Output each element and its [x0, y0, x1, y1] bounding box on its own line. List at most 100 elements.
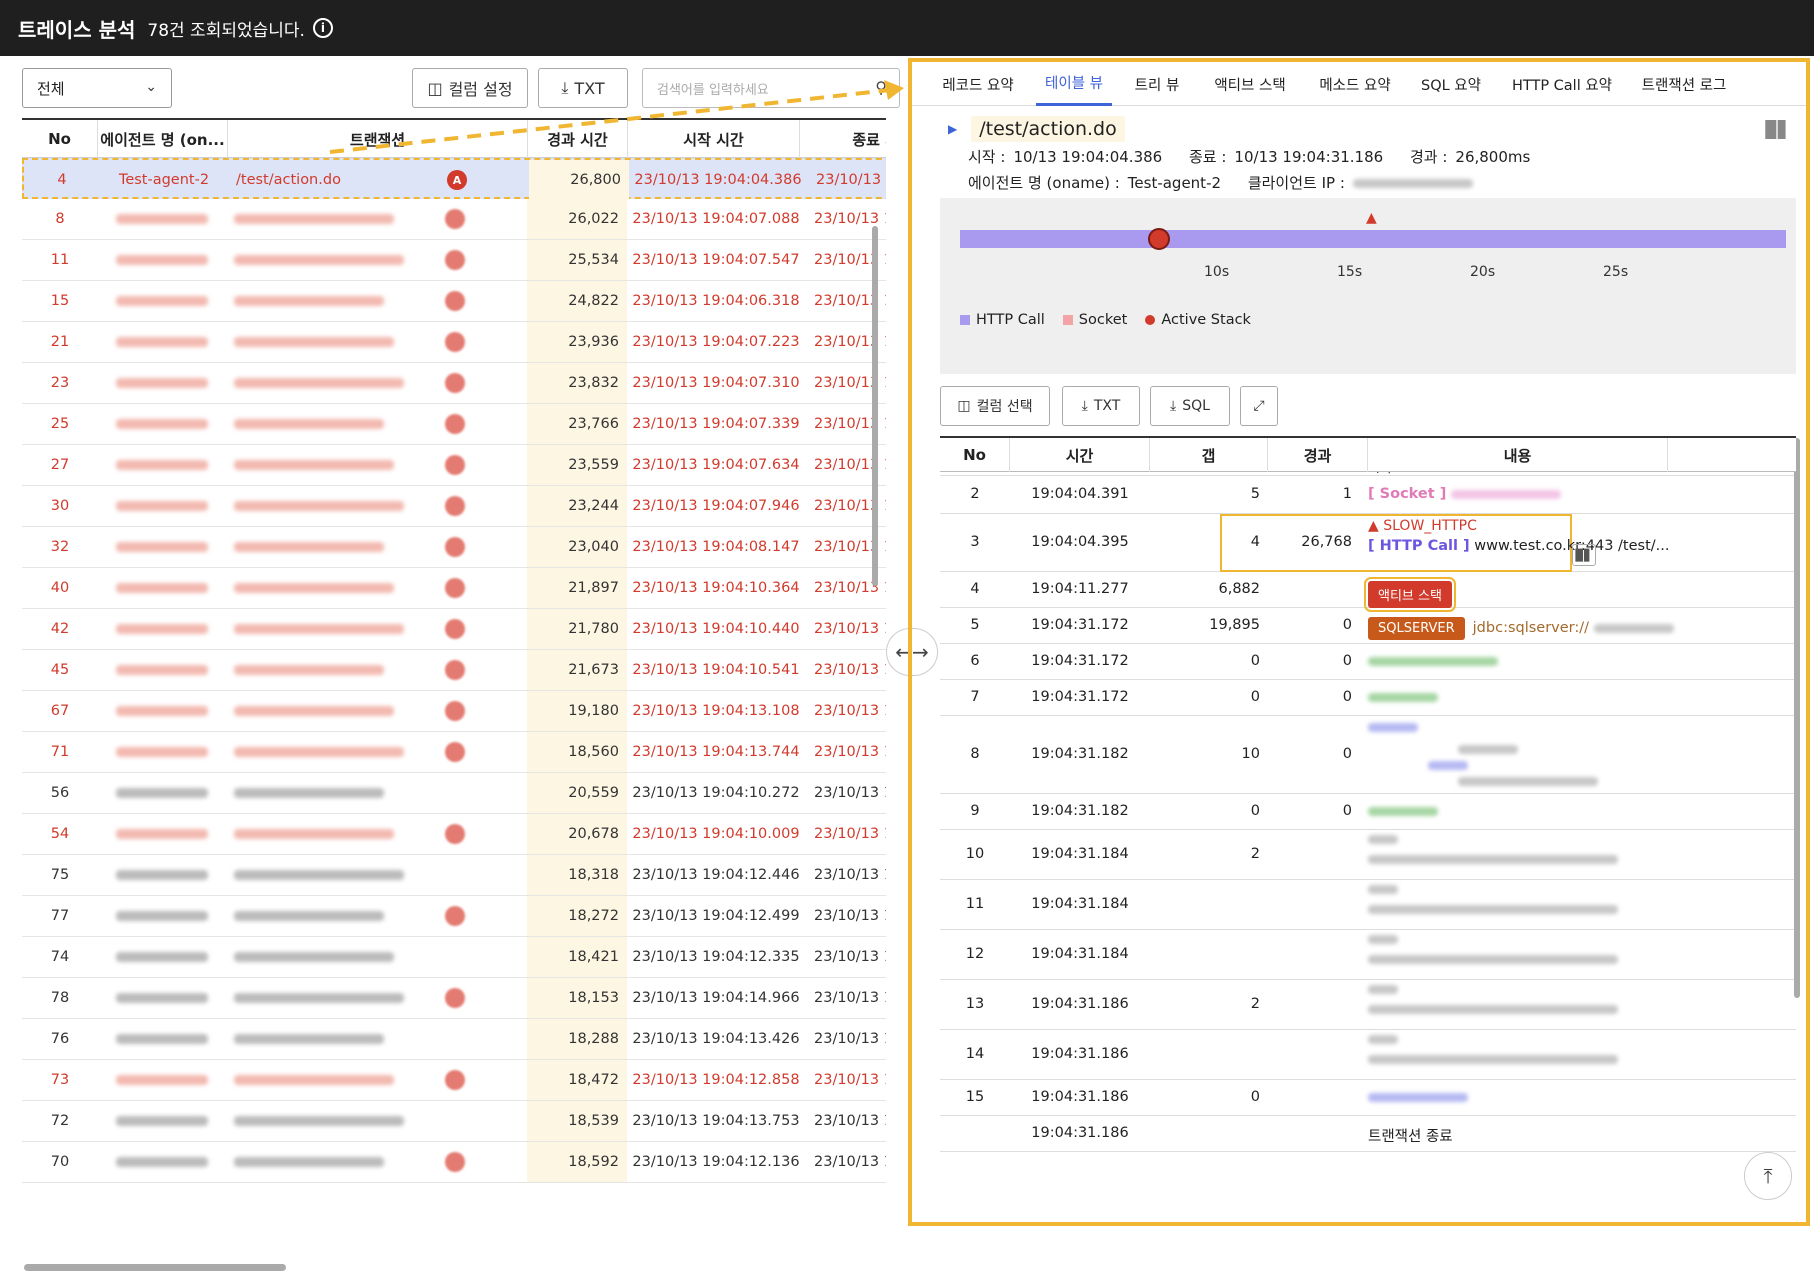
caret-right-icon[interactable]: ▶	[948, 122, 957, 136]
detail-row[interactable]: 2 19:04:04.391 5 1 [ Socket ]	[940, 476, 1796, 514]
elapsed-time: 18,560	[527, 732, 627, 772]
txt-download-button[interactable]: ⤓ TXT	[1062, 386, 1140, 426]
detail-row[interactable]: 6 19:04:31.172 0 0	[940, 644, 1796, 680]
tab-active-stack[interactable]: 액티브 스택	[1202, 62, 1298, 106]
col-elapsed[interactable]: 경과	[1268, 438, 1368, 472]
col-gap[interactable]: 갭	[1150, 438, 1268, 472]
tab-table-view[interactable]: 테이블 뷰	[1036, 62, 1112, 106]
detail-row[interactable]: 5 19:04:31.172 19,895 0 SQLSERVER jdbc:sqlser…	[940, 608, 1796, 644]
tab-method-summary[interactable]: 메소드 요약	[1308, 62, 1402, 106]
table-row[interactable]: 45 21,673 23/10/13 19:04:10.541 23/10/13 19	[22, 650, 886, 691]
table-row[interactable]: 56 20,559 23/10/13 19:04:10.272 23/10/13 19	[22, 773, 886, 814]
download-icon: ⤓	[1081, 398, 1088, 414]
table-row[interactable]: 67 19,180 23/10/13 19:04:13.108 23/10/13 19	[22, 691, 886, 732]
row-elapsed: 0	[1342, 653, 1352, 669]
tab-tree-view[interactable]: 트리 뷰	[1124, 62, 1190, 106]
table-row[interactable]: 54 20,678 23/10/13 19:04:10.009 23/10/13 19	[22, 814, 886, 855]
row-gap: 6,882	[1218, 581, 1260, 597]
table-row[interactable]: 70 18,592 23/10/13 19:04:12.136 23/10/13 19	[22, 1142, 886, 1183]
table-row[interactable]: 72 18,539 23/10/13 19:04:13.753 23/10/13 19	[22, 1101, 886, 1142]
bar-chart-icon[interactable]: ▉▋	[1765, 120, 1790, 139]
active-stack-button[interactable]: 액티브 스택	[1364, 577, 1456, 612]
row-no: 75	[50, 867, 70, 883]
table-row[interactable]: 42 21,780 23/10/13 19:04:10.440 23/10/13 19	[22, 609, 886, 650]
row-time: 19:04:31.184	[1031, 946, 1129, 962]
table-row[interactable]: 78 18,153 23/10/13 19:04:14.966 23/10/13 19	[22, 978, 886, 1019]
elapsed-time: 23,936	[527, 322, 627, 362]
tab-sql-summary[interactable]: SQL 요약	[1410, 62, 1492, 106]
table-row[interactable]: 1524,82223/10/13 19:04:06.31823/10/13 19	[22, 281, 886, 322]
scroll-to-top-icon[interactable]: ⤒	[1744, 1152, 1792, 1200]
fullscreen-icon[interactable]: ⤢	[1240, 386, 1278, 426]
alert-badge-icon	[445, 906, 465, 926]
table-row[interactable]: 71 18,560 23/10/13 19:04:13.744 23/10/13 19	[22, 732, 886, 773]
filter-select[interactable]: 전체 ⌄	[22, 68, 172, 108]
table-row[interactable]: 2723,55923/10/13 19:04:07.63423/10/13 19	[22, 445, 886, 486]
alert-badge-icon	[445, 988, 465, 1008]
sqlserver-badge: SQLSERVER	[1368, 617, 1465, 640]
elapsed-time: 21,673	[527, 650, 627, 690]
legend-http-call: HTTP Call	[960, 312, 1045, 328]
row-gap: 0	[1250, 1089, 1260, 1105]
elapsed-time: 24,822	[527, 281, 627, 321]
stats-icon[interactable]: ▉▋	[1572, 544, 1596, 566]
timeline-legend: HTTP Call Socket Active Stack	[960, 312, 1251, 328]
active-stack-marker[interactable]	[1148, 228, 1170, 250]
row-elapsed: 1	[1342, 486, 1352, 502]
table-row[interactable]: 4021,89723/10/13 19:04:10.36423/10/13 19	[22, 568, 886, 609]
col-agent[interactable]: 에이전트 명 (on...	[98, 120, 228, 158]
elapsed-time: 23,766	[527, 404, 627, 444]
info-icon[interactable]: i	[312, 18, 333, 38]
vertical-scrollbar[interactable]	[872, 226, 878, 586]
col-no[interactable]: No	[940, 438, 1010, 472]
alert-badge-icon	[445, 1070, 465, 1090]
warning-icon[interactable]: ▲	[1366, 210, 1377, 226]
start-time: 23/10/13 19:04:07.088	[632, 211, 800, 227]
table-row[interactable]: 1125,53423/10/13 19:04:07.54723/10/13 19	[22, 240, 886, 281]
table-row[interactable]: 77 18,272 23/10/13 19:04:12.499 23/10/13 19	[22, 896, 886, 937]
detail-row[interactable]: 15 19:04:31.186 0	[940, 1080, 1796, 1116]
client-ip-label: 클라이언트 IP :	[1247, 174, 1345, 192]
table-row[interactable]: 2323,83223/10/13 19:04:07.31023/10/13 19	[22, 363, 886, 404]
detail-row[interactable]: 7 19:04:31.172 0 0	[940, 680, 1796, 716]
tab-transaction-log[interactable]: 트랜잭션 로그	[1632, 62, 1736, 106]
tab-http-call-summary[interactable]: HTTP Call 요약	[1502, 62, 1622, 106]
row-no: 70	[50, 1154, 70, 1170]
agent-name	[102, 281, 222, 321]
col-content[interactable]: 내용	[1368, 438, 1668, 472]
detail-row[interactable]: 9 19:04:31.182 0 0	[940, 794, 1796, 830]
sql-download-button[interactable]: ⤓ SQL	[1150, 386, 1230, 426]
row-no: 23	[50, 375, 70, 391]
transaction-name	[232, 937, 492, 977]
horizontal-scrollbar[interactable]	[24, 1264, 286, 1271]
vertical-scrollbar[interactable]	[1794, 438, 1800, 998]
table-row[interactable]: 3223,04023/10/13 19:04:08.14723/10/13 19	[22, 527, 886, 568]
row-no: 77	[50, 908, 70, 924]
detail-row[interactable]: 13 19:04:31.186 2	[940, 980, 1796, 1030]
tab-record-summary[interactable]: 레코드 요약	[934, 62, 1022, 106]
elapsed-time: 23,040	[527, 527, 627, 567]
column-select-button[interactable]: ◫ 컬럼 선택	[940, 386, 1050, 426]
table-row[interactable]: 75 18,318 23/10/13 19:04:12.446 23/10/13 19	[22, 855, 886, 896]
detail-row[interactable]: 19:04:31.186 트랜잭션 종료	[940, 1116, 1796, 1152]
detail-row[interactable]: 11 19:04:31.184	[940, 880, 1796, 930]
detail-row[interactable]: 10 19:04:31.184 2	[940, 830, 1796, 880]
table-row[interactable]: 73 18,472 23/10/13 19:04:12.858 23/10/13 19	[22, 1060, 886, 1101]
detail-row[interactable]: 4 19:04:11.277 6,882 액티브 스택	[940, 572, 1796, 612]
detail-row[interactable]: 12 19:04:31.184	[940, 930, 1796, 980]
table-row[interactable]: 826,02223/10/13 19:04:07.08823/10/13 19	[22, 199, 886, 240]
col-time[interactable]: 시간	[1010, 438, 1150, 472]
detail-row[interactable]: 14 19:04:31.186	[940, 1030, 1796, 1080]
timeline-bar[interactable]	[960, 230, 1786, 248]
end-time: 23/10/13 19	[814, 785, 886, 801]
row-elapsed: 0	[1342, 617, 1352, 633]
table-row[interactable]: 74 18,421 23/10/13 19:04:12.335 23/10/13 19	[22, 937, 886, 978]
table-row[interactable]: 3023,24423/10/13 19:04:07.94623/10/13 19	[22, 486, 886, 527]
detail-row[interactable]: 8 19:04:31.182 10 0	[940, 716, 1796, 794]
detail-row[interactable]: 3 19:04:04.395 4 26,768 ▲ SLOW_HTTPC[ HTTP C…	[940, 514, 1796, 572]
table-row[interactable]: 2523,76623/10/13 19:04:07.33923/10/13 19	[22, 404, 886, 445]
col-no[interactable]: No	[22, 120, 98, 158]
trace-table: No 에이전트 명 (on... 트랜잭션 경과 시간 시작 시간 종료 시 4…	[22, 118, 886, 1208]
table-row[interactable]: 76 18,288 23/10/13 19:04:13.426 23/10/13 19	[22, 1019, 886, 1060]
table-row[interactable]: 2123,93623/10/13 19:04:07.22323/10/13 19	[22, 322, 886, 363]
